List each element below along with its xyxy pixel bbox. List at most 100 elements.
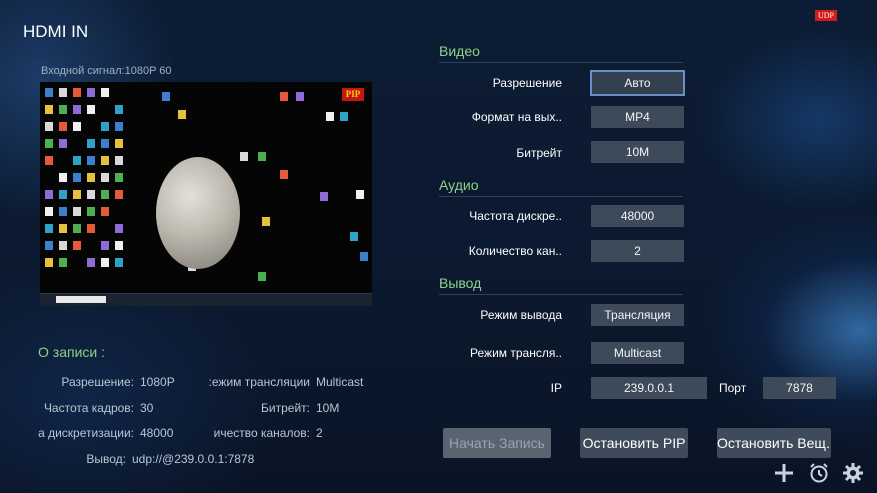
desktop-icon <box>101 88 109 97</box>
rec-bitrate-label: Битрейт: <box>261 401 310 415</box>
rec-channels-value: 2 <box>316 426 323 440</box>
alarm-clock-icon[interactable] <box>808 462 830 484</box>
rec-framerate-label: Частота кадров: <box>43 401 134 415</box>
desktop-icon <box>45 122 53 131</box>
desktop-icon <box>73 190 81 199</box>
desktop-icon <box>73 241 81 250</box>
desktop-icon <box>360 252 368 261</box>
ip-input[interactable]: 239.0.0.1 <box>591 377 707 399</box>
rec-resolution-label: Разрешение: <box>61 375 134 389</box>
rec-broadcast-mode-value: Multicast <box>316 375 364 389</box>
desktop-icon <box>115 173 123 182</box>
desktop-icon <box>73 105 81 114</box>
desktop-icon <box>45 156 53 165</box>
format-select[interactable]: MP4 <box>591 106 684 128</box>
desktop-icon <box>101 207 109 216</box>
desktop-icon <box>45 258 53 267</box>
desktop-icon <box>101 156 109 165</box>
desktop-icon <box>73 156 81 165</box>
desktop-icon <box>101 258 109 267</box>
desktop-icon <box>115 258 123 267</box>
channels-select[interactable]: 2 <box>591 240 684 262</box>
rec-output-value: udp://@239.0.0.1:7878 <box>132 452 255 466</box>
desktop-icon <box>350 232 358 241</box>
output-divider <box>439 294 683 295</box>
preview-taskbar <box>40 293 372 306</box>
ip-label: IP <box>550 381 562 395</box>
desktop-icon <box>73 173 81 182</box>
desktop-icon <box>59 105 67 114</box>
desktop-icon <box>178 110 186 119</box>
stop-broadcast-button[interactable]: Остановить Вещ.. <box>717 428 831 458</box>
desktop-icon <box>356 190 364 199</box>
audio-divider <box>439 196 683 197</box>
record-info-title: О записи : <box>38 344 105 360</box>
port-input[interactable]: 7878 <box>763 377 836 399</box>
samplerate-label: Частота дискре.. <box>469 209 562 223</box>
rec-output-label: Вывод: <box>86 452 126 466</box>
desktop-icon <box>87 224 95 233</box>
rec-framerate-value: 30 <box>140 401 154 415</box>
video-preview[interactable]: PIP <box>40 82 372 306</box>
desktop-icon <box>280 92 288 101</box>
desktop-icon <box>45 139 53 148</box>
desktop-icon <box>87 258 95 267</box>
desktop-icon <box>87 190 95 199</box>
bitrate-select[interactable]: 10M <box>591 141 684 163</box>
desktop-icon <box>45 88 53 97</box>
resolution-select[interactable]: Авто <box>590 70 685 96</box>
desktop-icon <box>320 192 328 201</box>
rec-resolution-value: 1080P <box>140 375 175 389</box>
moon-wallpaper <box>156 157 240 269</box>
desktop-icon <box>59 224 67 233</box>
desktop-icon <box>59 173 67 182</box>
desktop-icon <box>262 217 270 226</box>
desktop-icon <box>115 122 123 131</box>
desktop-icon <box>258 152 266 161</box>
broadcast-mode-select[interactable]: Multicast <box>591 342 684 364</box>
desktop-icon <box>45 241 53 250</box>
output-section-title: Вывод <box>439 275 482 291</box>
desktop-icon <box>59 122 67 131</box>
bitrate-label: Битрейт <box>516 146 562 160</box>
video-divider <box>439 62 683 63</box>
rec-channels-label: ичество каналов: <box>213 426 310 440</box>
start-record-button[interactable]: Начать Запись <box>443 428 551 458</box>
desktop-icon <box>101 190 109 199</box>
plus-icon[interactable] <box>773 462 795 484</box>
desktop-icon <box>101 241 109 250</box>
desktop-icon <box>115 241 123 250</box>
input-signal-text: Входной сигнал:1080P 60 <box>41 65 172 77</box>
output-mode-label: Режим вывода <box>480 308 562 322</box>
samplerate-select[interactable]: 48000 <box>591 205 684 227</box>
desktop-icon <box>59 207 67 216</box>
port-label: Порт <box>719 381 747 395</box>
desktop-icon <box>73 207 81 216</box>
app-title: HDMI IN <box>23 22 89 41</box>
gear-icon[interactable] <box>842 462 864 484</box>
desktop-icon <box>59 88 67 97</box>
desktop-icon <box>240 152 248 161</box>
desktop-icon <box>115 224 123 233</box>
desktop-icon <box>326 112 334 121</box>
rec-samplerate-value: 48000 <box>140 426 174 440</box>
desktop-icon <box>115 139 123 148</box>
desktop-icon <box>296 92 304 101</box>
stop-pip-button[interactable]: Остановить PIP <box>580 428 688 458</box>
rec-samplerate-label: а дискретизации: <box>38 426 134 440</box>
desktop-icon <box>87 173 95 182</box>
desktop-icon <box>45 105 53 114</box>
desktop-icon <box>87 139 95 148</box>
desktop-icon <box>101 173 109 182</box>
desktop-icon <box>101 122 109 131</box>
desktop-icon <box>73 122 81 131</box>
desktop-icon <box>59 139 67 148</box>
rec-bitrate-value: 10M <box>316 401 340 415</box>
broadcast-mode-label: Режим трансля.. <box>470 346 562 360</box>
desktop-icon <box>59 258 67 267</box>
desktop-icon <box>87 105 95 114</box>
output-mode-select[interactable]: Трансляция <box>591 304 684 326</box>
desktop-icon <box>280 170 288 179</box>
rec-broadcast-mode-label: ежим трансляции: <box>208 375 310 389</box>
desktop-icon <box>59 190 67 199</box>
